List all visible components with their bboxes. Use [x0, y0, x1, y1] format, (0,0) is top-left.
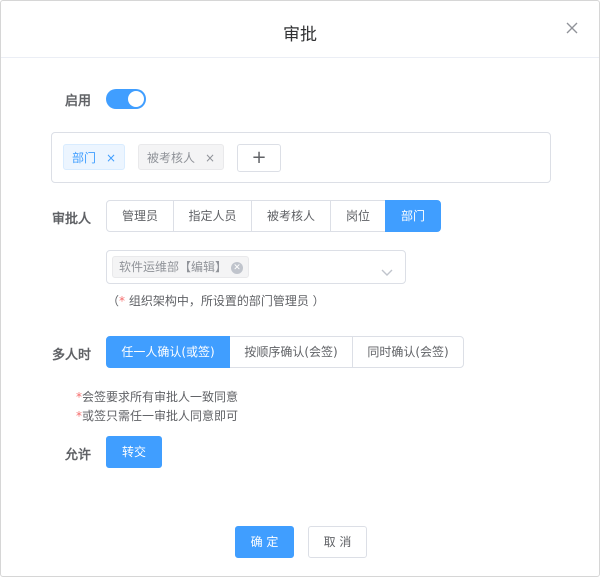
confirm-button[interactable]: 确 定 [235, 526, 294, 558]
enable-switch[interactable] [106, 89, 146, 109]
note-countersign: *会签要求所有审批人一致同意 [76, 390, 239, 404]
approver-option-position[interactable]: 岗位 [330, 200, 386, 232]
enable-label: 启用 [65, 94, 92, 109]
close-icon[interactable] [565, 20, 579, 34]
multi-approver-label: 多人时 [52, 348, 92, 363]
approver-radio-group: 管理员 指定人员 被考核人 岗位 部门 [106, 200, 441, 232]
approver-option-admin[interactable]: 管理员 [106, 200, 174, 232]
tag-label: 被考核人 [147, 151, 196, 165]
tag-department: 部门 × [63, 144, 126, 170]
selected-department-chip: 软件运维部【编辑】 ✕ [112, 256, 250, 278]
approver-type-tag-box: 部门 × 被考核人 × + [51, 132, 551, 183]
dialog-header: 审批 [1, 1, 599, 58]
multi-option-simultaneous[interactable]: 同时确认(会签) [352, 336, 464, 368]
approver-option-assessee[interactable]: 被考核人 [251, 200, 331, 232]
transfer-button[interactable]: 转交 [106, 436, 162, 468]
dialog-title: 审批 [283, 25, 317, 45]
cancel-button[interactable]: 取 消 [308, 526, 367, 558]
multi-mode-radio-group: 任一人确认(或签) 按顺序确认(会签) 同时确认(会签) [106, 336, 464, 368]
department-hint: （* 组织架构中，所设置的部门管理员 ） [107, 294, 325, 308]
multi-option-any[interactable]: 任一人确认(或签) [106, 336, 230, 368]
approver-option-specified[interactable]: 指定人员 [173, 200, 252, 232]
chevron-down-icon[interactable] [381, 262, 393, 281]
switch-knob [128, 91, 144, 107]
note-or-sign: *或签只需任一审批人同意即可 [76, 409, 239, 423]
close-icon[interactable]: × [106, 151, 116, 165]
tag-assessee: 被考核人 × [138, 144, 225, 170]
approval-dialog: 审批 启用 部门 × 被考核人 × + 审批人 管理员 指定人员 被考核人 岗位 部… [0, 0, 600, 577]
approver-label: 审批人 [52, 212, 92, 227]
add-tag-button[interactable]: + [237, 144, 281, 172]
close-icon[interactable]: ✕ [231, 262, 244, 274]
allow-label: 允许 [65, 448, 92, 463]
department-select[interactable]: 软件运维部【编辑】 ✕ [106, 250, 406, 284]
chip-label: 软件运维部【编辑】 [119, 260, 228, 274]
approver-option-department[interactable]: 部门 [385, 200, 441, 232]
multi-option-sequential[interactable]: 按顺序确认(会签) [229, 336, 353, 368]
close-icon[interactable]: × [205, 151, 215, 165]
tag-label: 部门 [72, 151, 97, 165]
